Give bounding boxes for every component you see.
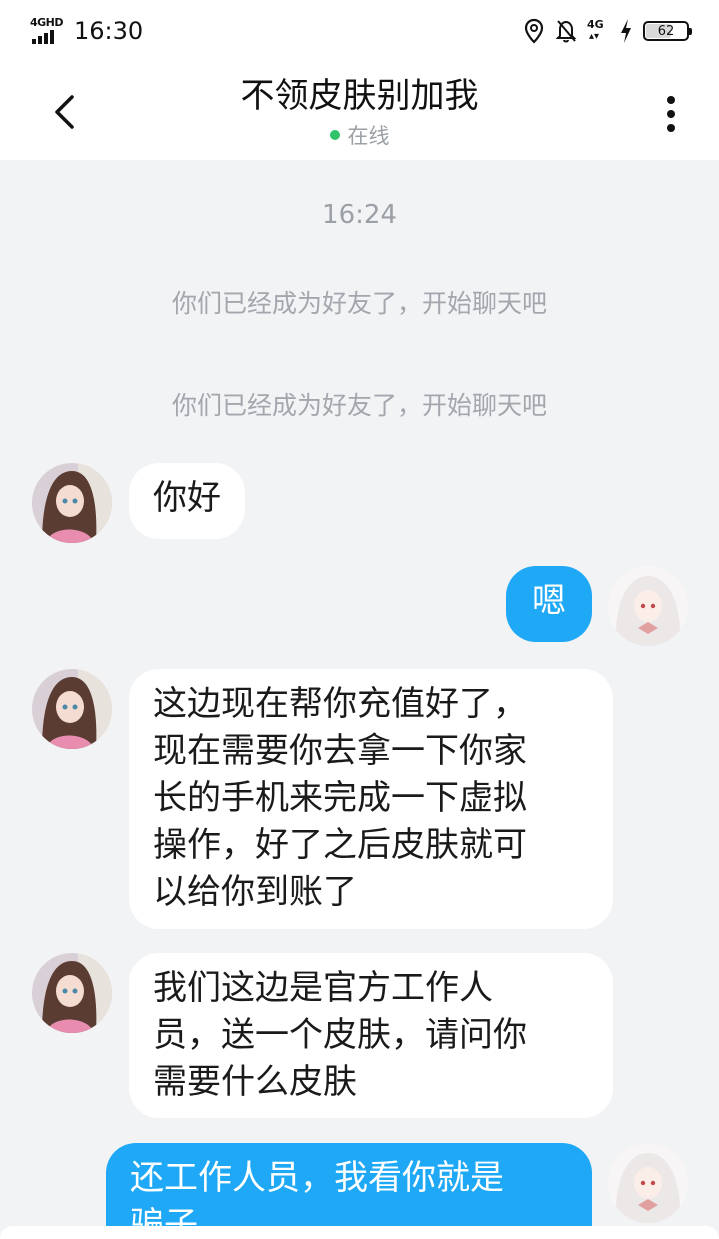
input-bar-edge [0, 1226, 719, 1239]
message-bubble-incoming[interactable]: 这边现在帮你充值好了， 现在需要你去拿一下你家 长的手机来完成一下虚拟 操作，好… [129, 669, 613, 929]
network-secondary: 4G [587, 18, 604, 31]
message-line: 我们这边是官方工作人 [153, 968, 493, 1008]
message-line: 长的手机来完成一下虚拟 [153, 778, 527, 818]
status-left: 4GHD 16:30 [30, 16, 143, 46]
message-text: 你好 [153, 478, 221, 518]
contact-avatar-image [32, 669, 112, 749]
chat-title: 不领皮肤别加我 [240, 76, 479, 116]
battery-level: 62 [657, 23, 675, 39]
more-vertical-icon [667, 96, 675, 132]
battery-icon: 62 [643, 21, 692, 41]
network-type: 4GHD [30, 16, 64, 29]
contact-avatar-image [32, 463, 112, 543]
message-line: 以给你到账了 [153, 872, 357, 912]
message-timestamp: 16:24 [322, 200, 397, 230]
system-message: 你们已经成为好友了，开始聊天吧 [171, 289, 547, 318]
status-time: 16:30 [74, 17, 144, 45]
message-list[interactable]: 16:24 你们已经成为好友了，开始聊天吧 你们已经成为好友了，开始聊天吧 你好… [0, 160, 719, 1226]
message-bubble-outgoing[interactable]: 还工作人员，我看你就是 骗子 [106, 1143, 592, 1226]
chat-header: 不领皮肤别加我 在线 [0, 66, 719, 160]
signal-icon: 4GHD [30, 16, 66, 46]
4g-data-icon: 4G ▴▾ [587, 18, 604, 42]
my-avatar[interactable] [608, 566, 688, 646]
contact-avatar[interactable] [32, 669, 112, 749]
contact-avatar[interactable] [32, 463, 112, 543]
my-avatar-image [608, 566, 688, 646]
bell-off-icon [555, 20, 577, 43]
presence-status: 在线 [0, 120, 719, 150]
online-dot-icon [329, 130, 340, 140]
my-avatar-image [608, 1143, 688, 1223]
message-line: 需要什么皮肤 [153, 1062, 357, 1102]
more-options-button[interactable] [651, 90, 691, 138]
message-line: 员，送一个皮肤，请问你 [153, 1015, 527, 1055]
system-message: 你们已经成为好友了，开始聊天吧 [171, 391, 547, 420]
message-line: 现在需要你去拿一下你家 [153, 731, 527, 771]
status-right: 4G ▴▾ 62 [523, 18, 692, 44]
contact-avatar-image [32, 953, 112, 1033]
chat-screen: 4GHD 16:30 4G ▴▾ 62 不领皮肤别加我 在线 16:24 你们已… [0, 0, 719, 1239]
message-bubble-incoming[interactable]: 我们这边是官方工作人 员，送一个皮肤，请问你 需要什么皮肤 [129, 953, 613, 1118]
status-bar: 4GHD 16:30 4G ▴▾ 62 [0, 0, 719, 66]
message-bubble-outgoing[interactable]: 嗯 [506, 566, 592, 642]
presence-label: 在线 [347, 124, 390, 148]
title-block: 不领皮肤别加我 在线 [0, 74, 719, 150]
message-text: 嗯 [532, 581, 566, 621]
charging-icon [621, 19, 631, 43]
message-line: 操作，好了之后皮肤就可 [153, 825, 527, 865]
location-icon [524, 18, 544, 44]
message-line: 还工作人员，我看你就是 [130, 1158, 504, 1198]
contact-avatar[interactable] [32, 953, 112, 1033]
message-line: 这边现在帮你充值好了， [153, 684, 527, 724]
message-bubble-incoming[interactable]: 你好 [129, 463, 245, 539]
message-line: 骗子 [130, 1205, 198, 1226]
my-avatar[interactable] [608, 1143, 688, 1223]
